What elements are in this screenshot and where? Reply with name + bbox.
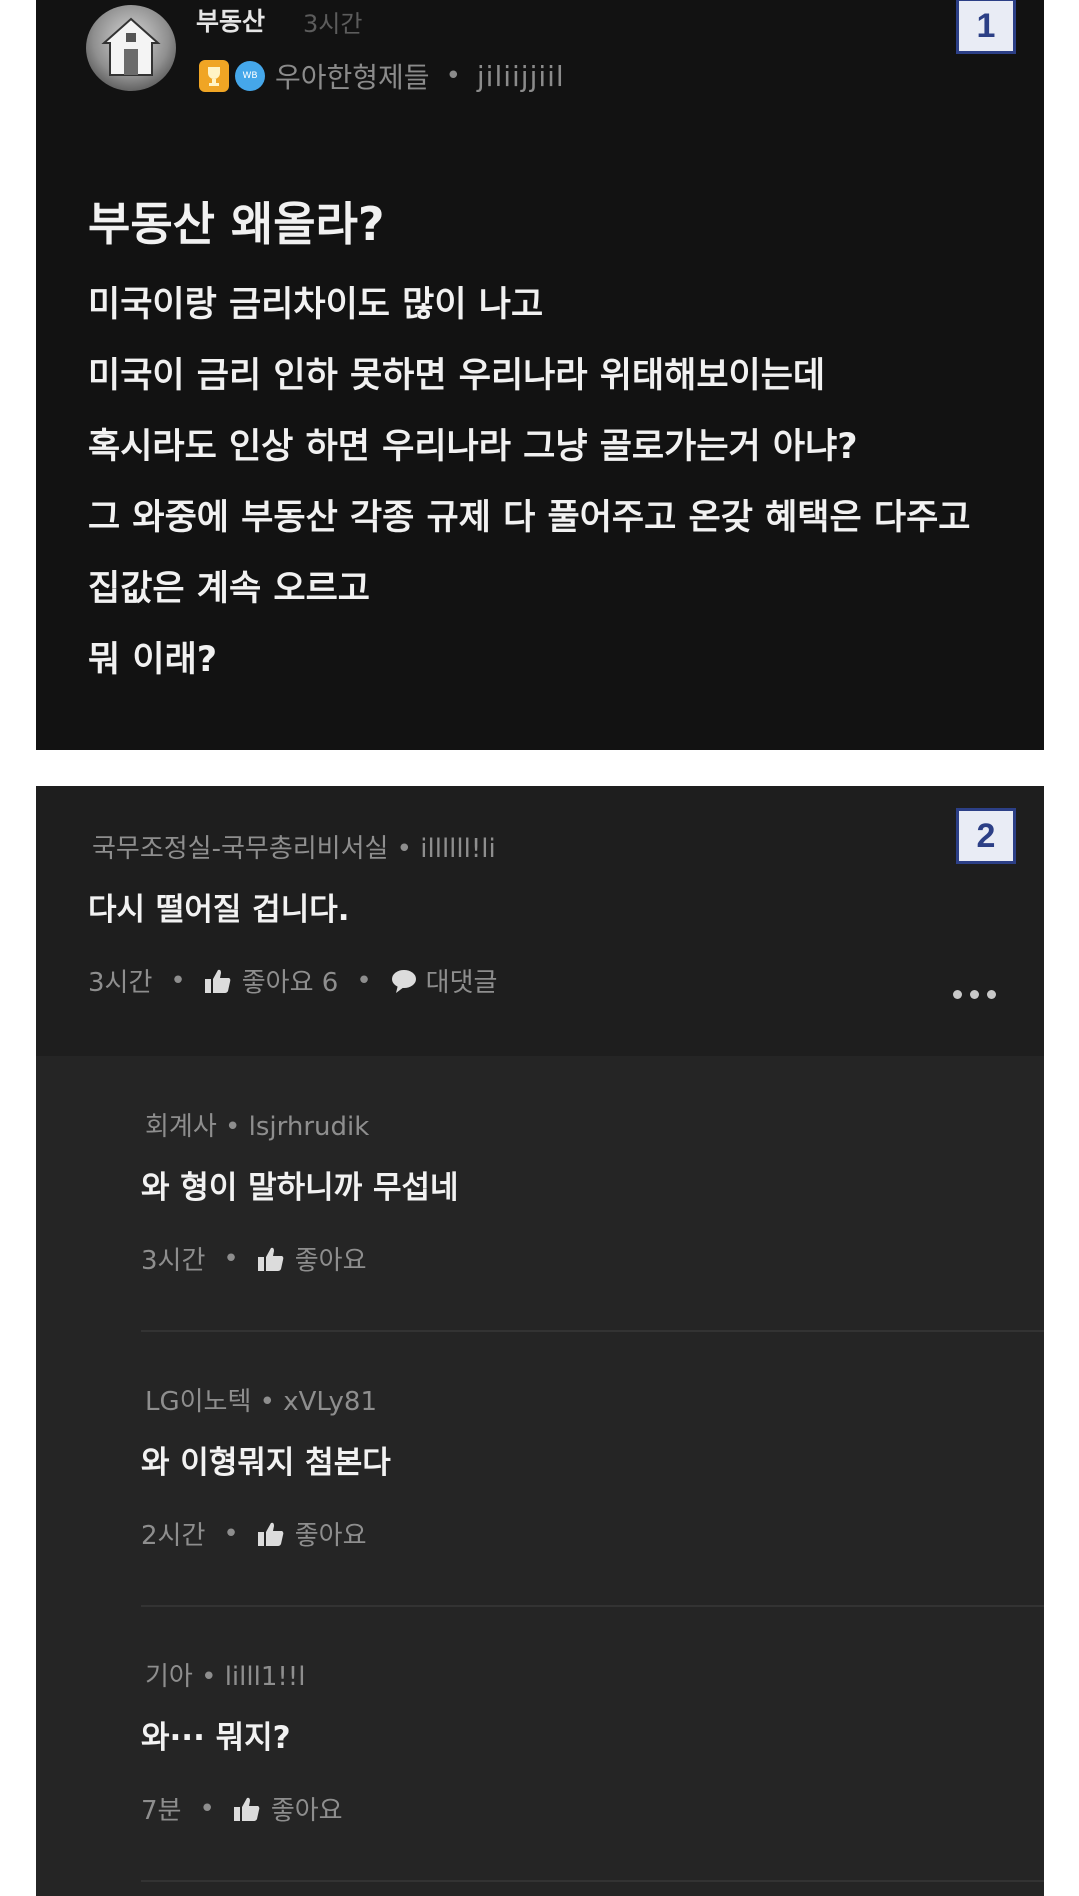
- separator: •: [170, 965, 186, 996]
- like-button[interactable]: 좋아요: [295, 1240, 367, 1277]
- comment-text: 다시 떨어질 겁니다.: [88, 892, 350, 928]
- comment-meta: 3시간 • 좋아요 6 • 대댓글: [88, 962, 497, 999]
- post-body-line: 미국이랑 금리차이도 많이 나고: [88, 285, 544, 325]
- user-id: jiliijjiil: [476, 59, 565, 93]
- separator: •: [223, 1518, 239, 1549]
- post-card: 부동산 3시간 WB 우아한형제들 • jiliijjiil 1 부동산 왜올라…: [36, 0, 1044, 750]
- reply-button[interactable]: 대댓글: [426, 962, 498, 999]
- author-meta: WB 우아한형제들 • jiliijjiil: [199, 56, 565, 96]
- comment-author[interactable]: 국무조정실-국무총리비서실 • illllll!li: [92, 828, 496, 865]
- reply-text: 와 형이 말하니까 무섭네: [141, 1170, 459, 1206]
- reply-text: 와 이형뭐지 첨본다: [141, 1445, 391, 1481]
- separator: •: [356, 965, 372, 996]
- post-body-line: 그 와중에 부동산 각종 규제 다 풀어주고 온갖 혜택은 다주고: [88, 498, 971, 538]
- company-name[interactable]: 우아한형제들: [275, 56, 430, 96]
- reply-item: LG이노텍 • xVLy81 와 이형뭐지 첨본다 2시간 • 좋아요: [141, 1331, 1044, 1606]
- separator: •: [199, 1793, 215, 1824]
- reply-list: 회계사 • lsjrhrudik 와 형이 말하니까 무섭네 3시간 • 좋아요…: [36, 1056, 1044, 1896]
- post-time: 3시간: [303, 10, 363, 38]
- comment-time: 3시간: [88, 968, 153, 998]
- comments-card: 국무조정실-국무총리비서실 • illllll!li 다시 떨어질 겁니다. 3…: [36, 786, 1044, 1896]
- author-name[interactable]: 부동산: [196, 2, 265, 38]
- reply-meta: 2시간 • 좋아요: [141, 1515, 367, 1552]
- like-button[interactable]: 좋아요 6: [242, 962, 339, 999]
- separator: •: [445, 61, 461, 91]
- section-number-badge: 1: [956, 0, 1016, 54]
- author-avatar[interactable]: [86, 5, 176, 91]
- post-body-line: 집값은 계속 오르고: [88, 569, 370, 609]
- separator: •: [223, 1243, 239, 1274]
- thumbs-up-icon[interactable]: [204, 968, 232, 994]
- post-body-line: 미국이 금리 인하 못하면 우리나라 위태해보이는데: [88, 356, 826, 396]
- post-body: 미국이랑 금리차이도 많이 나고 미국이 금리 인하 못하면 우리나라 위태해보…: [88, 284, 1028, 710]
- trophy-icon: [199, 60, 229, 92]
- post-title: 부동산 왜올라?: [88, 197, 385, 251]
- comment: 국무조정실-국무총리비서실 • illllll!li 다시 떨어질 겁니다. 3…: [36, 786, 1044, 1056]
- speech-bubble-icon[interactable]: [390, 968, 418, 994]
- like-button[interactable]: 좋아요: [271, 1790, 343, 1827]
- post-body-line: 뭐 이래?: [88, 640, 218, 680]
- reply-text: 와··· 뭐지?: [141, 1720, 291, 1756]
- company-badge-icon: WB: [235, 61, 265, 91]
- like-button[interactable]: 좋아요: [295, 1515, 367, 1552]
- reply-time: 7분: [141, 1796, 182, 1826]
- reply-time: 2시간: [141, 1521, 206, 1551]
- divider: [141, 1880, 1044, 1882]
- section-number-badge: 2: [956, 808, 1016, 864]
- thumbs-up-icon[interactable]: [257, 1521, 285, 1547]
- thumbs-up-icon[interactable]: [233, 1796, 261, 1822]
- reply-author[interactable]: 기아 • lilll1!!l: [145, 1656, 305, 1693]
- reply-author[interactable]: 회계사 • lsjrhrudik: [145, 1106, 369, 1143]
- reply-author[interactable]: LG이노텍 • xVLy81: [145, 1381, 377, 1418]
- reply-item: 회계사 • lsjrhrudik 와 형이 말하니까 무섭네 3시간 • 좋아요: [141, 1056, 1044, 1331]
- thumbs-up-icon[interactable]: [257, 1246, 285, 1272]
- reply-item: 기아 • lilll1!!l 와··· 뭐지? 7분 • 좋아요: [141, 1606, 1044, 1881]
- more-options-icon[interactable]: [953, 990, 996, 999]
- house-icon: [101, 17, 161, 76]
- reply-meta: 7분 • 좋아요: [141, 1790, 343, 1827]
- reply-time: 3시간: [141, 1246, 206, 1276]
- post-body-line: 혹시라도 인상 하면 우리나라 그냥 골로가는거 아냐?: [88, 427, 858, 467]
- reply-meta: 3시간 • 좋아요: [141, 1240, 367, 1277]
